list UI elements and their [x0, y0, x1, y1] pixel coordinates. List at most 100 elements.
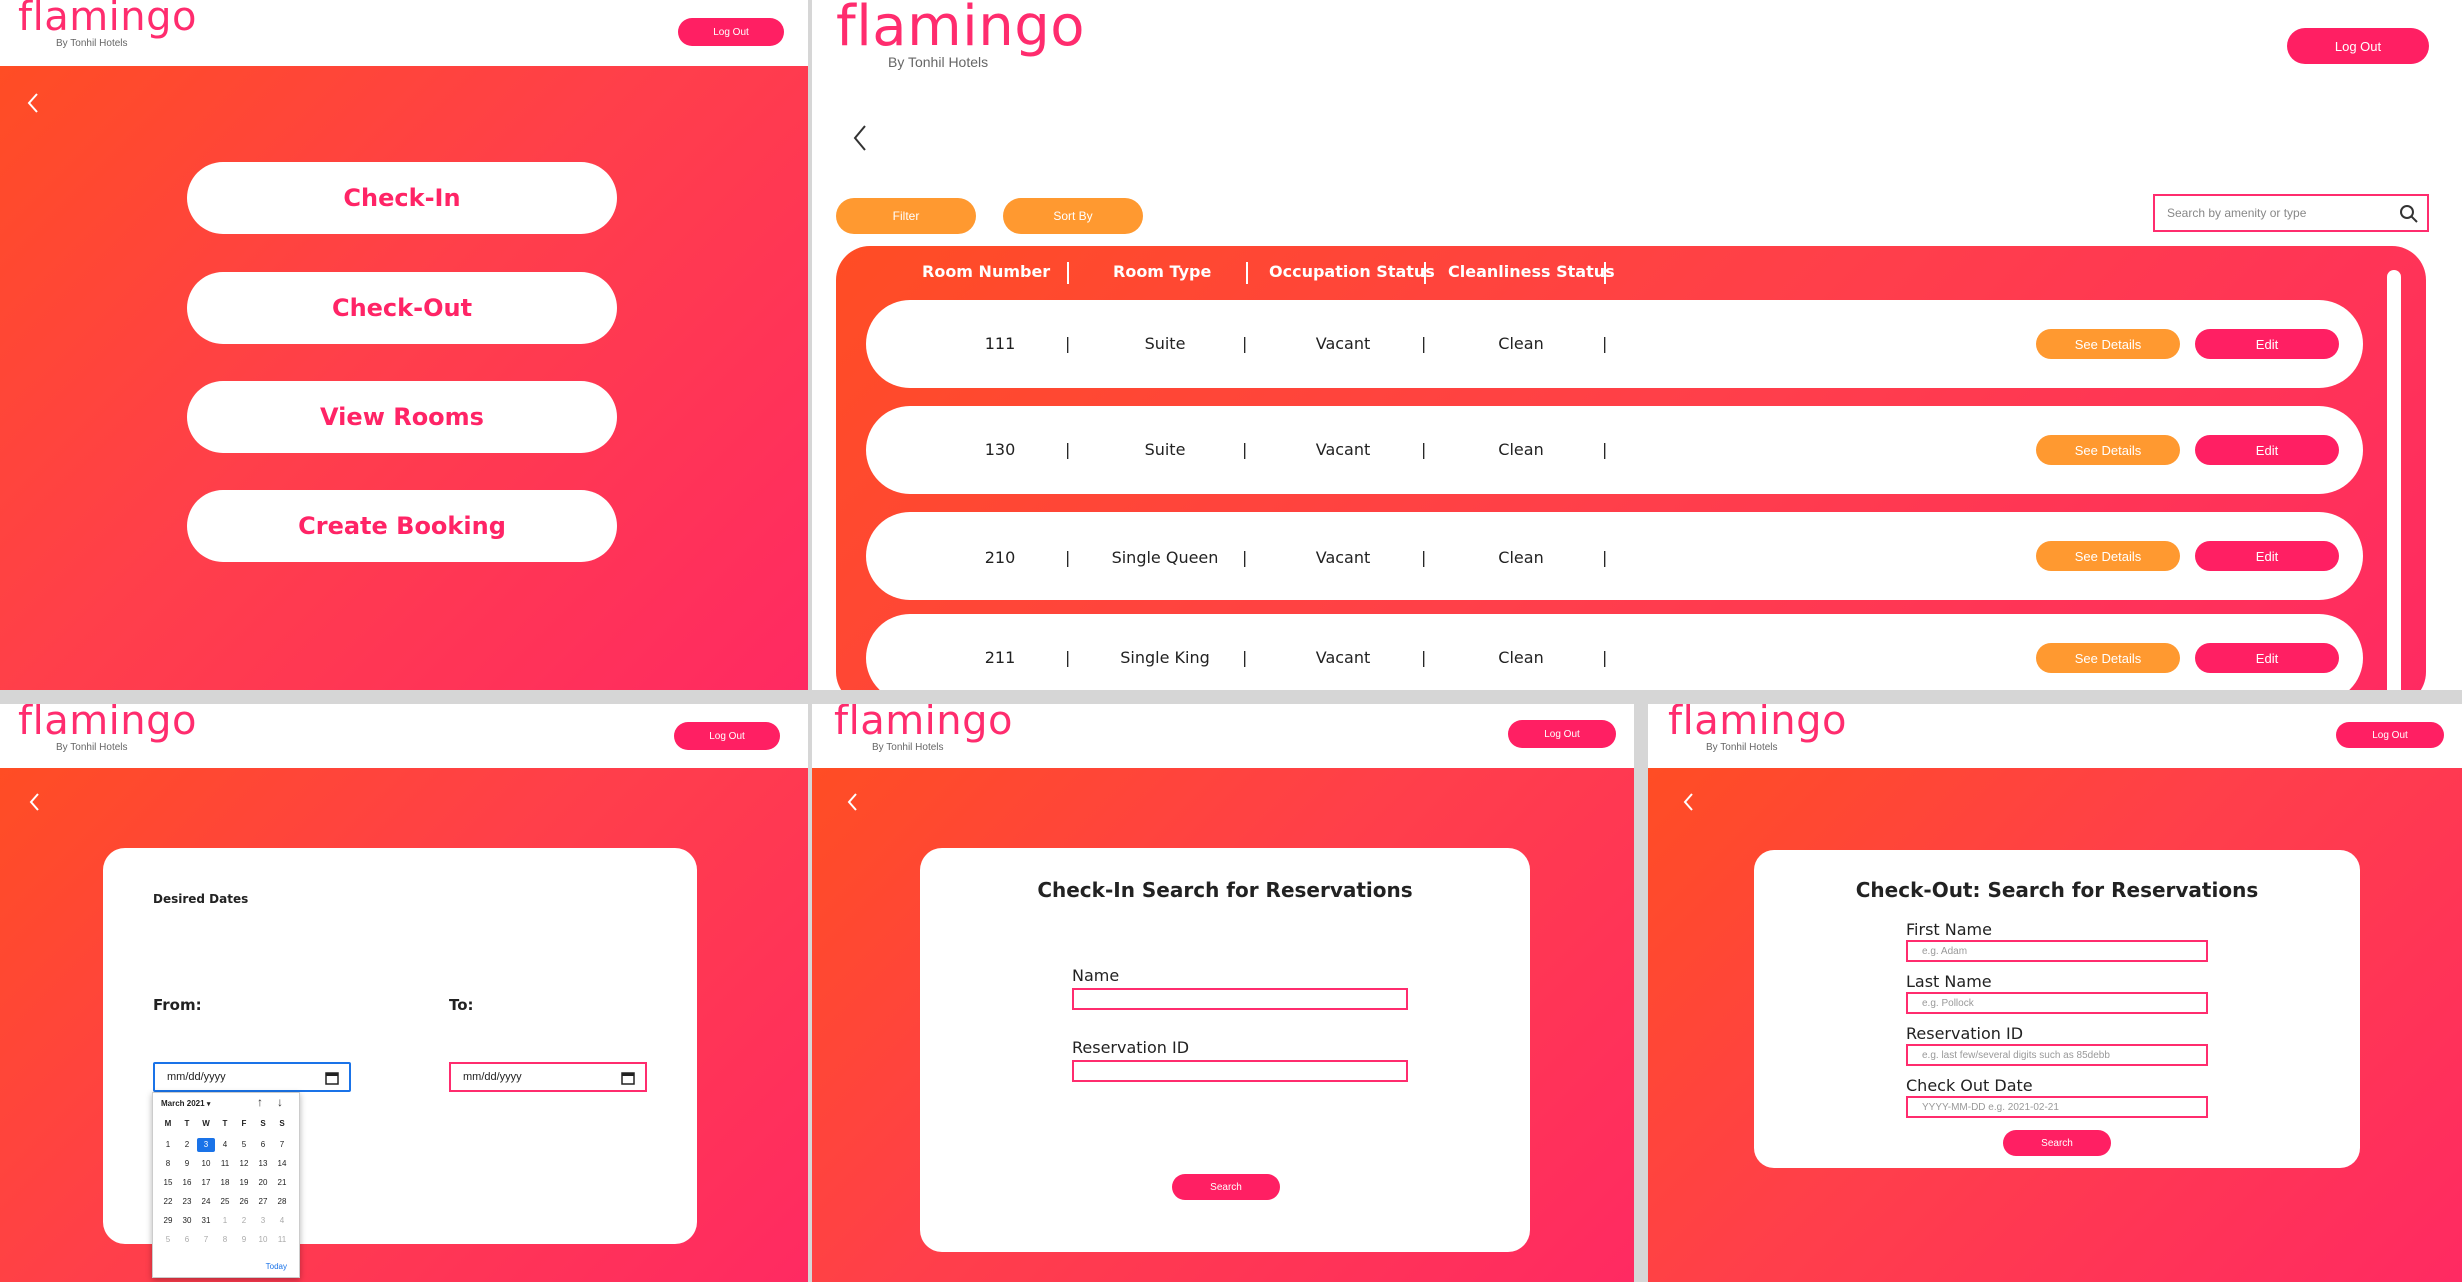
search-button[interactable]: Search — [2003, 1130, 2111, 1156]
calendar-day[interactable]: 22 — [159, 1195, 177, 1209]
arrow-down-icon[interactable]: ↓ — [277, 1095, 283, 1109]
calendar-day[interactable]: 7 — [273, 1138, 291, 1152]
search-box[interactable]: Search by amenity or type — [2153, 194, 2429, 232]
cleanliness-status: Clean — [1498, 334, 1544, 353]
calendar-day[interactable]: 6 — [254, 1138, 272, 1152]
check-in-button[interactable]: Check-In — [187, 162, 617, 234]
see-details-button[interactable]: See Details — [2036, 435, 2180, 465]
calendar-day[interactable]: 9 — [178, 1157, 196, 1171]
see-details-button[interactable]: See Details — [2036, 541, 2180, 571]
calendar-day[interactable]: 13 — [254, 1157, 272, 1171]
name-input[interactable] — [1072, 988, 1408, 1010]
chevron-left-icon[interactable] — [852, 124, 868, 157]
calendar-day[interactable]: 18 — [216, 1176, 234, 1190]
chevron-left-icon[interactable] — [28, 792, 40, 817]
chevron-left-icon[interactable] — [846, 792, 858, 817]
calendar-icon[interactable] — [621, 1071, 635, 1090]
calendar-day[interactable]: 20 — [254, 1176, 272, 1190]
reservation-id-input[interactable]: e.g. last few/several digits such as 85d… — [1906, 1044, 2208, 1066]
calendar-day[interactable]: 27 — [254, 1195, 272, 1209]
chevron-down-icon[interactable]: ▾ — [207, 1101, 211, 1108]
calendar-day[interactable]: 2 — [178, 1138, 196, 1152]
calendar-day[interactable]: 26 — [235, 1195, 253, 1209]
calendar-day[interactable]: 5 — [159, 1233, 177, 1247]
logout-button[interactable]: Log Out — [1508, 720, 1616, 748]
calendar-day[interactable]: 9 — [235, 1233, 253, 1247]
calendar-day[interactable]: 6 — [178, 1233, 196, 1247]
see-details-button[interactable]: See Details — [2036, 643, 2180, 673]
calendar-weekday: S — [279, 1119, 285, 1128]
calendar-day[interactable]: 15 — [159, 1176, 177, 1190]
to-date-input[interactable]: mm/dd/yyyy — [449, 1062, 647, 1092]
calendar-day[interactable]: 14 — [273, 1157, 291, 1171]
calendar-day[interactable]: 1 — [159, 1138, 177, 1152]
edit-button[interactable]: Edit — [2195, 435, 2339, 465]
first-name-label: First Name — [1906, 920, 1992, 939]
calendar-day[interactable]: 1 — [216, 1214, 234, 1228]
chevron-left-icon[interactable] — [26, 92, 40, 119]
calendar-day[interactable]: 7 — [197, 1233, 215, 1247]
search-button[interactable]: Search — [1172, 1174, 1280, 1200]
calendar-day[interactable]: 11 — [273, 1233, 291, 1247]
logout-button[interactable]: Log Out — [2336, 722, 2444, 748]
calendar-day[interactable]: 28 — [273, 1195, 291, 1209]
edit-button[interactable]: Edit — [2195, 541, 2339, 571]
calendar-day[interactable]: 23 — [178, 1195, 196, 1209]
table-row[interactable]: 130 | Suite | Vacant | Clean | See Detai… — [866, 406, 2363, 494]
calendar-day[interactable]: 10 — [197, 1157, 215, 1171]
calendar-day[interactable]: 16 — [178, 1176, 196, 1190]
scrollbar[interactable] — [2387, 270, 2401, 690]
calendar-day[interactable]: 30 — [178, 1214, 196, 1228]
today-button[interactable]: Today — [266, 1262, 287, 1271]
calendar-day[interactable]: 4 — [216, 1138, 234, 1152]
reservation-id-input[interactable] — [1072, 1060, 1408, 1082]
view-rooms-button[interactable]: View Rooms — [187, 381, 617, 453]
calendar-day[interactable]: 4 — [273, 1214, 291, 1228]
calendar-day[interactable]: 19 — [235, 1176, 253, 1190]
edit-button[interactable]: Edit — [2195, 643, 2339, 673]
create-booking-button[interactable]: Create Booking — [187, 490, 617, 562]
booking-screen: flamingo By Tonhil Hotels Log Out Desire… — [0, 704, 808, 1282]
search-icon[interactable] — [2399, 204, 2419, 229]
date-picker[interactable]: March 2021 ▾ ↑ ↓ M T W T F S S 1 2 3 4 5 6 7 8 9 10 11 12 1… — [152, 1092, 300, 1278]
column-separator: | — [1421, 648, 1427, 667]
calendar-day[interactable]: 3 — [197, 1138, 215, 1152]
calendar-day[interactable]: 11 — [216, 1157, 234, 1171]
first-name-input[interactable]: e.g. Adam — [1906, 940, 2208, 962]
last-name-input[interactable]: e.g. Pollock — [1906, 992, 2208, 1014]
check-out-button[interactable]: Check-Out — [187, 272, 617, 344]
arrow-up-icon[interactable]: ↑ — [257, 1095, 263, 1109]
edit-button[interactable]: Edit — [2195, 329, 2339, 359]
table-row[interactable]: 210 | Single Queen | Vacant | Clean | Se… — [866, 512, 2363, 600]
calendar-day[interactable]: 5 — [235, 1138, 253, 1152]
calendar-month-label[interactable]: March 2021 ▾ — [161, 1099, 210, 1108]
from-date-input[interactable]: mm/dd/yyyy — [153, 1062, 351, 1092]
calendar-day[interactable]: 29 — [159, 1214, 177, 1228]
column-separator: | — [1242, 440, 1248, 459]
calendar-icon[interactable] — [325, 1071, 339, 1090]
check-out-date-input[interactable]: YYYY-MM-DD e.g. 2021-02-21 — [1906, 1096, 2208, 1118]
logout-button[interactable]: Log Out — [678, 18, 784, 46]
chevron-left-icon[interactable] — [1682, 792, 1694, 817]
calendar-day[interactable]: 21 — [273, 1176, 291, 1190]
logout-button[interactable]: Log Out — [2287, 28, 2429, 64]
see-details-button[interactable]: See Details — [2036, 329, 2180, 359]
calendar-day[interactable]: 24 — [197, 1195, 215, 1209]
search-input[interactable]: Search by amenity or type — [2167, 206, 2306, 220]
checkout-body: Check-Out: Search for Reservations First… — [1648, 768, 2462, 1282]
calendar-day[interactable]: 31 — [197, 1214, 215, 1228]
calendar-day[interactable]: 2 — [235, 1214, 253, 1228]
table-row[interactable]: 211 | Single King | Vacant | Clean | See… — [866, 614, 2363, 690]
table-row[interactable]: 111 | Suite | Vacant | Clean | See Detai… — [866, 300, 2363, 388]
sort-by-button[interactable]: Sort By — [1003, 198, 1143, 234]
calendar-day[interactable]: 3 — [254, 1214, 272, 1228]
filter-button[interactable]: Filter — [836, 198, 976, 234]
calendar-day[interactable]: 12 — [235, 1157, 253, 1171]
calendar-day[interactable]: 25 — [216, 1195, 234, 1209]
calendar-day[interactable]: 10 — [254, 1233, 272, 1247]
calendar-day[interactable]: 17 — [197, 1176, 215, 1190]
calendar-day[interactable]: 8 — [159, 1157, 177, 1171]
logout-button[interactable]: Log Out — [674, 722, 780, 750]
room-type: Suite — [1144, 334, 1186, 353]
calendar-day[interactable]: 8 — [216, 1233, 234, 1247]
